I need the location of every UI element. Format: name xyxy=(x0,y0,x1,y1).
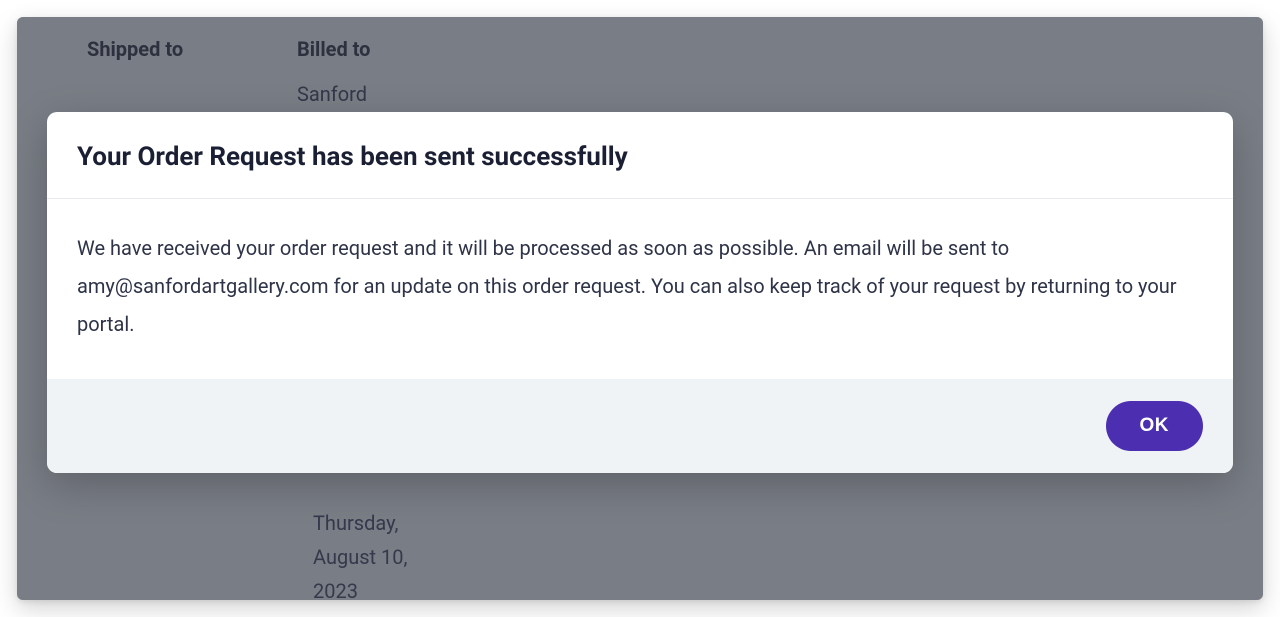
modal-footer: OK xyxy=(47,379,1233,473)
modal-message: We have received your order request and … xyxy=(77,229,1203,343)
ok-button[interactable]: OK xyxy=(1106,401,1204,451)
modal-header: Your Order Request has been sent success… xyxy=(47,112,1233,199)
page-container: Shipped to Billed to Sanford Thursday, A… xyxy=(17,17,1263,600)
modal-body: We have received your order request and … xyxy=(47,199,1233,379)
success-modal: Your Order Request has been sent success… xyxy=(47,112,1233,473)
modal-title: Your Order Request has been sent success… xyxy=(77,142,1203,172)
